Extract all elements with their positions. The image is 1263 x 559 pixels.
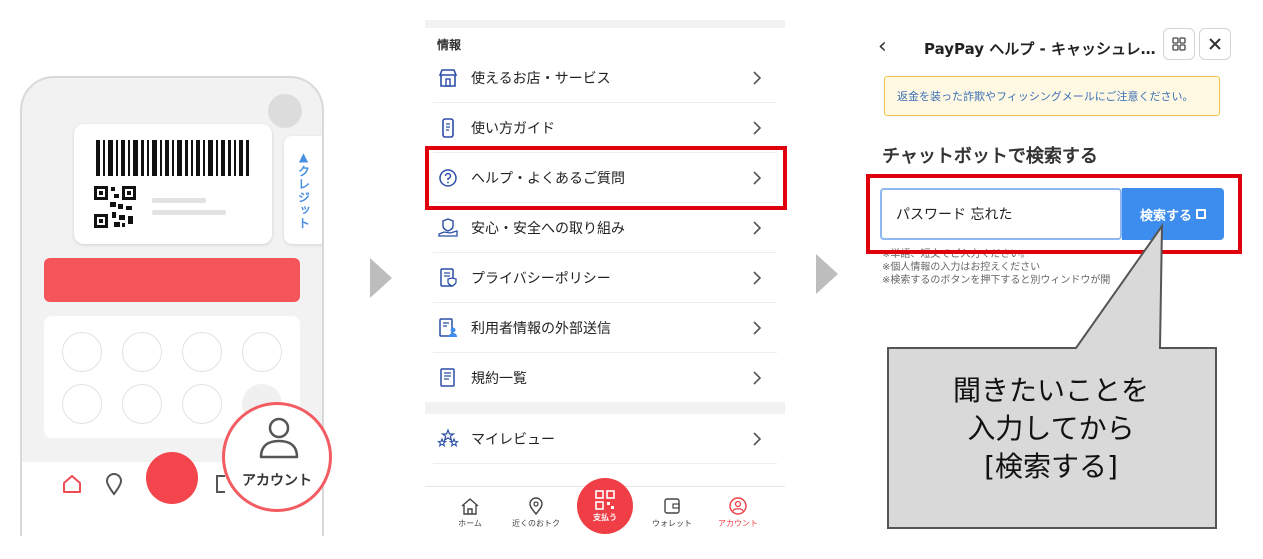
chevron-right-icon xyxy=(753,371,762,385)
phone-guide-icon xyxy=(437,117,459,139)
user-doc-icon xyxy=(437,317,459,339)
menu-item-label: 規約一覧 xyxy=(471,371,527,387)
shortcut-circle[interactable] xyxy=(122,332,162,372)
account-menu-screen: 情報 使えるお店・サービス 使い方ガイド ヘルプ・よくあるご質問 安心・安全への… xyxy=(425,20,785,539)
step-arrow-icon xyxy=(816,254,838,294)
tab-label: ホーム xyxy=(458,519,482,528)
tab-wallet[interactable]: ウォレット xyxy=(637,497,707,529)
notice-text: 返金を装った詐欺やフィッシングメールにご注意ください。 xyxy=(897,90,1194,103)
account-icon xyxy=(259,417,299,459)
menu-item-safety[interactable]: 安心・安全への取り組み xyxy=(425,203,785,253)
callout-line: 入力してから xyxy=(967,412,1135,445)
step-arrow-icon xyxy=(370,258,392,298)
home-icon[interactable] xyxy=(60,472,84,496)
tab-label: 近くのおトク xyxy=(512,519,560,528)
menu-item-label: 安心・安全への取り組み xyxy=(471,221,625,237)
help-item-highlight xyxy=(425,146,787,210)
qr-code-icon xyxy=(94,186,136,228)
stars-icon xyxy=(437,428,459,450)
account-label: アカウント xyxy=(242,473,312,489)
grid-icon xyxy=(1172,37,1186,51)
close-icon xyxy=(1209,38,1221,50)
tab-home[interactable]: ホーム xyxy=(435,497,505,529)
terms-doc-icon xyxy=(437,367,459,389)
chevron-right-icon xyxy=(753,271,762,285)
fraud-notice-banner[interactable]: 返金を装った詐欺やフィッシングメールにご注意ください。 xyxy=(884,76,1220,116)
menu-item-label: 利用者情報の外部送信 xyxy=(471,321,611,337)
chevron-right-icon xyxy=(753,121,762,135)
shortcut-circle[interactable] xyxy=(62,384,102,424)
menu-item-label: 使えるお店・サービス xyxy=(471,71,611,87)
shortcut-circle[interactable] xyxy=(122,384,162,424)
chevron-right-icon xyxy=(753,221,762,235)
chevron-right-icon xyxy=(753,71,762,85)
pay-fab-label: 支払う xyxy=(593,513,617,522)
close-button[interactable] xyxy=(1199,28,1231,60)
divider xyxy=(433,463,777,464)
chevron-right-icon xyxy=(753,432,762,446)
page-title: PayPay ヘルプ - キャッシュレ… xyxy=(924,40,1156,58)
red-banner[interactable] xyxy=(44,258,300,302)
shortcut-circle[interactable] xyxy=(182,384,222,424)
callout-line: [検索する] xyxy=(984,450,1118,483)
section-label-info: 情報 xyxy=(437,38,462,52)
grid-menu-button[interactable] xyxy=(1163,28,1195,60)
tab-label: アカウント xyxy=(718,519,758,528)
menu-item-my-review[interactable]: マイレビュー xyxy=(425,414,785,464)
menu-item-external-transmission[interactable]: 利用者情報の外部送信 xyxy=(425,303,785,353)
barcode-card xyxy=(74,124,272,244)
privacy-doc-icon xyxy=(437,267,459,289)
shortcut-circle[interactable] xyxy=(62,332,102,372)
tab-label: ウォレット xyxy=(652,519,692,528)
account-highlight-circle[interactable] xyxy=(222,402,332,512)
menu-item-label: プライバシーポリシー xyxy=(471,271,611,287)
credit-label: ▲クレジット xyxy=(296,150,311,230)
section-gap xyxy=(425,20,785,28)
shortcut-circle[interactable] xyxy=(182,332,222,372)
back-chevron-icon[interactable]: ‹ xyxy=(878,34,887,59)
store-icon xyxy=(437,67,459,89)
callout-text: 聞きたいことを 入力してから [検索する] xyxy=(888,372,1214,486)
home-icon xyxy=(461,498,479,515)
credit-tab[interactable]: ▲クレジット xyxy=(284,136,322,244)
camera-circle xyxy=(268,94,302,128)
menu-item-stores[interactable]: 使えるお店・サービス xyxy=(425,53,785,103)
menu-item-label: 使い方ガイド xyxy=(471,121,555,137)
location-icon[interactable] xyxy=(102,471,126,497)
location-icon xyxy=(529,497,543,515)
wallet-icon xyxy=(664,498,680,514)
callout-line: 聞きたいことを xyxy=(952,374,1149,407)
pay-button[interactable] xyxy=(146,452,198,504)
qr-icon xyxy=(595,490,615,510)
menu-item-privacy[interactable]: プライバシーポリシー xyxy=(425,253,785,303)
barcode-icon xyxy=(94,140,249,228)
account-icon xyxy=(729,497,747,515)
menu-item-terms[interactable]: 規約一覧 xyxy=(425,353,785,403)
tab-account[interactable]: アカウント xyxy=(703,497,773,529)
tab-nearby-deals[interactable]: 近くのおトク xyxy=(501,497,571,529)
section-gap xyxy=(425,402,785,414)
shortcut-circle[interactable] xyxy=(242,332,282,372)
chatbot-heading: チャットボットで検索する xyxy=(882,146,1098,167)
shield-hand-icon xyxy=(437,217,459,239)
chevron-right-icon xyxy=(753,321,762,335)
menu-item-label: マイレビュー xyxy=(471,432,555,448)
pay-fab-button[interactable]: 支払う xyxy=(577,478,633,534)
